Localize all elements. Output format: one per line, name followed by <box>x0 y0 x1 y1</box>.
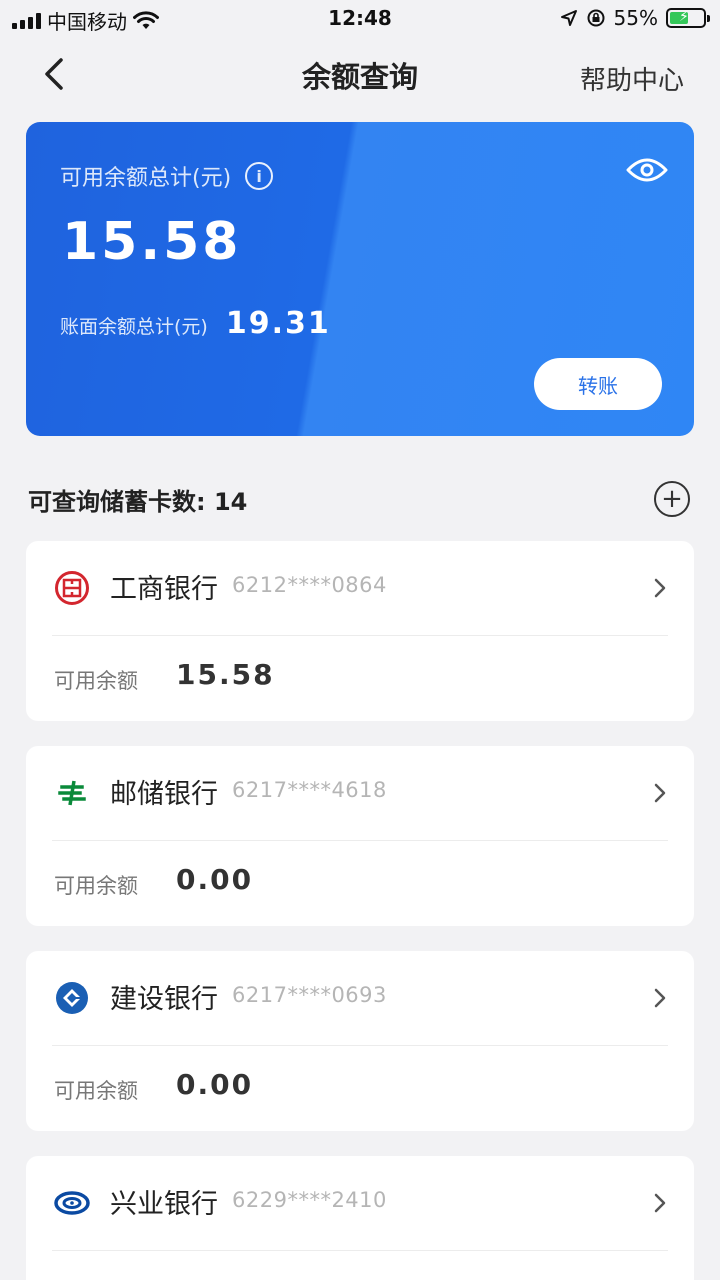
chevron-right-icon <box>654 1193 666 1213</box>
transfer-button[interactable]: 转账 <box>534 358 662 410</box>
location-arrow-icon <box>560 10 577 26</box>
bank-card-header[interactable]: 邮储银行 6217****4618 <box>26 746 694 840</box>
psbc-logo-icon <box>58 780 86 806</box>
info-icon[interactable]: i <box>245 162 274 190</box>
balance-summary-card: 可用余额总计(元) i 15.58 账面余额总计(元) 19.31 转账 <box>26 122 694 436</box>
bank-card-item[interactable]: 邮储银行 6217****4618 可用余额 0.00 <box>26 746 694 926</box>
available-value: 0.00 <box>176 1068 254 1101</box>
book-total-label: 账面余额总计(元) <box>60 316 208 338</box>
status-bar: 中国移动 12:48 55% ⚡ <box>0 0 720 36</box>
card-number: 6217****0693 <box>232 983 387 1007</box>
status-left: 中国移动 <box>12 6 159 35</box>
nav-bar: 余额查询 帮助中心 <box>0 40 720 110</box>
available-value: 15.58 <box>176 658 275 691</box>
card-number: 6217****4618 <box>232 778 387 802</box>
carrier-name: 中国移动 <box>47 10 127 34</box>
rotation-lock-icon <box>587 9 605 27</box>
add-card-button[interactable]: + <box>654 481 690 517</box>
bank-card-item[interactable]: 建设银行 6217****0693 可用余额 0.00 <box>26 951 694 1131</box>
page: 中国移动 12:48 55% ⚡ 余额查询 帮助中心 可用余额总计(元) i 1… <box>0 0 720 1280</box>
bank-name: 邮储银行 <box>110 779 218 810</box>
chevron-right-icon <box>654 988 666 1008</box>
help-center-link[interactable]: 帮助中心 <box>580 60 684 97</box>
bank-name: 兴业银行 <box>110 1189 218 1220</box>
cib-logo-icon <box>54 1191 90 1215</box>
ccb-logo-icon <box>56 982 88 1014</box>
card-count-title: 可查询储蓄卡数: 14 <box>28 488 248 516</box>
plus-icon: + <box>661 484 683 514</box>
available-label: 可用余额 <box>54 1079 138 1103</box>
chevron-left-icon <box>45 58 63 90</box>
cellular-signal-icon <box>12 12 41 29</box>
bank-card-header[interactable]: 工商银行 6212****0864 <box>26 541 694 635</box>
bank-card-header[interactable]: 兴业银行 6229****2410 <box>26 1156 694 1250</box>
available-total-label-row: 可用余额总计(元) i <box>60 160 274 192</box>
back-button[interactable] <box>34 52 78 96</box>
available-total-amount: 15.58 <box>62 212 242 272</box>
wifi-icon <box>133 10 159 29</box>
bank-card-header[interactable]: 建设银行 6217****0693 <box>26 951 694 1045</box>
card-number: 6212****0864 <box>232 573 387 597</box>
chevron-right-icon <box>654 578 666 598</box>
eye-icon[interactable] <box>626 156 668 184</box>
available-label: 可用余额 <box>54 669 138 693</box>
card-number: 6229****2410 <box>232 1188 387 1212</box>
battery-icon: ⚡ <box>666 8 710 28</box>
available-label: 可用余额 <box>54 874 138 898</box>
book-total-row: 账面余额总计(元) 19.31 <box>60 306 331 341</box>
available-value: 0.00 <box>176 863 254 896</box>
chevron-right-icon <box>654 783 666 803</box>
bank-name: 建设银行 <box>110 984 218 1015</box>
available-total-label: 可用余额总计(元) <box>60 166 232 191</box>
bank-name: 工商银行 <box>110 574 218 605</box>
status-right: 55% ⚡ <box>560 6 710 30</box>
divider <box>52 635 668 636</box>
bank-card-item[interactable]: 工商银行 6212****0864 可用余额 15.58 <box>26 541 694 721</box>
icbc-logo-icon <box>55 571 89 605</box>
bank-card-item[interactable]: 兴业银行 6229****2410 <box>26 1156 694 1280</box>
divider <box>52 840 668 841</box>
book-total-amount: 19.31 <box>225 306 331 341</box>
divider <box>52 1045 668 1046</box>
divider <box>52 1250 668 1251</box>
battery-percent: 55% <box>613 6 658 30</box>
